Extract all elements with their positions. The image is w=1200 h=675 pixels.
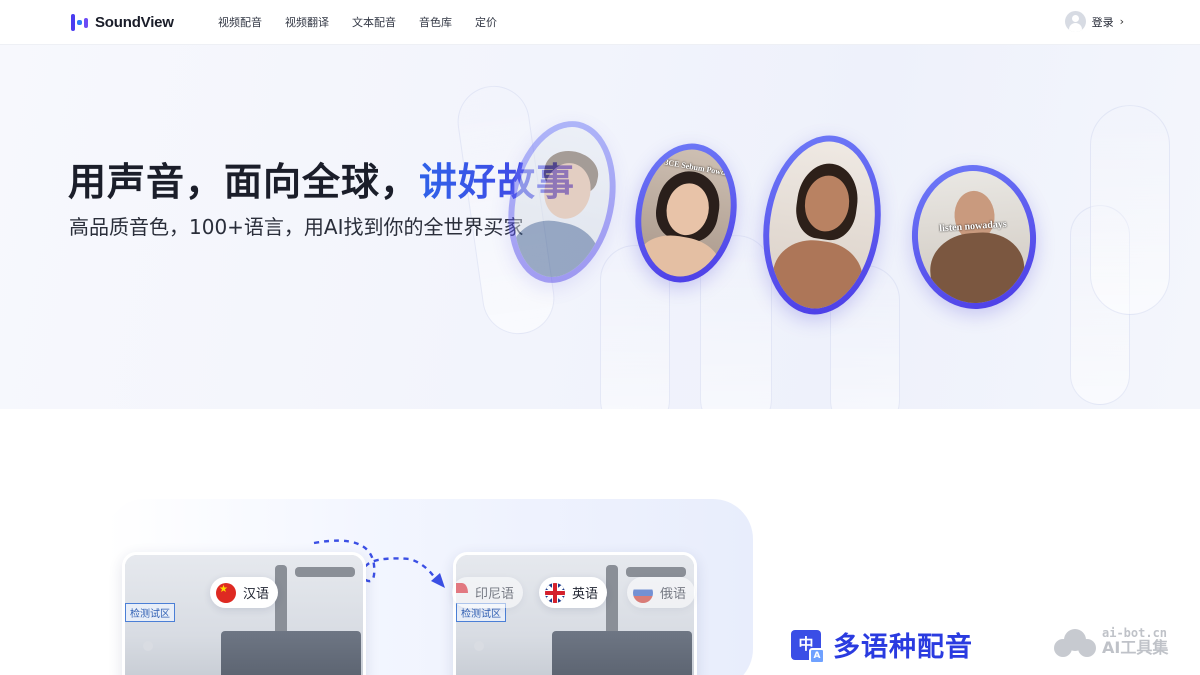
- language-label: 印尼语: [475, 587, 515, 602]
- nav-item-pricing[interactable]: 定价: [475, 15, 497, 31]
- china-flag-icon: [216, 582, 236, 603]
- chevron-right-icon: ›: [1119, 15, 1124, 28]
- translated-video-preview[interactable]: 检测试区: [453, 552, 697, 675]
- hero-headline-main: 用声音，面向全球，: [68, 160, 420, 204]
- watermark-name: AI工具集: [1102, 637, 1169, 657]
- main-nav: 视频配音 视频翻译 文本配音 音色库 定价: [218, 15, 520, 31]
- language-label: 汉语: [243, 587, 270, 602]
- site-watermark: ai-bot.cn AI工具集: [1054, 627, 1168, 657]
- indonesia-flag-icon: [456, 582, 468, 603]
- video-frame: 检测试区: [456, 555, 694, 675]
- watermark-logo-icon: [1054, 627, 1096, 657]
- language-chip-chinese[interactable]: 汉语: [210, 577, 279, 608]
- login-label: 登录: [1091, 15, 1114, 29]
- nav-item-video-translation[interactable]: 视频翻译: [285, 15, 329, 31]
- language-label: 俄语: [660, 587, 687, 602]
- language-chip-english[interactable]: 英语: [539, 577, 608, 608]
- speaker-thumbnail: listen nowadays: [913, 167, 1035, 307]
- feature-title: 多语种配音: [833, 632, 973, 663]
- brand-name: SoundView: [95, 13, 174, 31]
- video-caption: listen nowadays: [938, 218, 1008, 235]
- hero-headline: 用声音，面向全球，讲好故事: [68, 151, 575, 206]
- nav-item-voice-library[interactable]: 音色库: [419, 15, 452, 31]
- lab-sign: 检测试区: [125, 603, 175, 622]
- hero-banner: 用声音，面向全球，讲好故事 高品质音色，100+语言，用AI找到你的全世界买家 …: [0, 45, 1200, 409]
- nav-item-text-dubbing[interactable]: 文本配音: [352, 15, 396, 31]
- brand-logo[interactable]: SoundView: [70, 11, 174, 33]
- translate-language-icon: 中 A: [791, 629, 825, 664]
- uk-flag-icon: [545, 582, 565, 603]
- user-avatar-icon: [1064, 11, 1086, 32]
- language-chip-indonesian[interactable]: 印尼语: [452, 577, 524, 608]
- soundview-logo-icon: [70, 12, 90, 32]
- ghost-pill-decoration: [1090, 105, 1170, 315]
- source-video-preview[interactable]: 检测试区: [122, 552, 366, 675]
- hero-subtitle: 高品质音色，100+语言，用AI找到你的全世界买家: [69, 215, 524, 239]
- language-label: 英语: [572, 587, 599, 602]
- feature-heading: 中 A 多语种配音: [791, 625, 973, 664]
- login-button[interactable]: 登录 ›: [1064, 11, 1124, 32]
- language-chip-russian[interactable]: 俄语: [627, 577, 696, 608]
- speaker-video-pill[interactable]: listen nowadays: [907, 160, 1041, 314]
- russia-flag-icon: [633, 582, 653, 603]
- video-frame: 检测试区: [125, 555, 363, 675]
- top-nav-bar: SoundView 视频配音 视频翻译 文本配音 音色库 定价 登录 ›: [0, 0, 1200, 45]
- nav-item-video-dubbing[interactable]: 视频配音: [218, 15, 262, 31]
